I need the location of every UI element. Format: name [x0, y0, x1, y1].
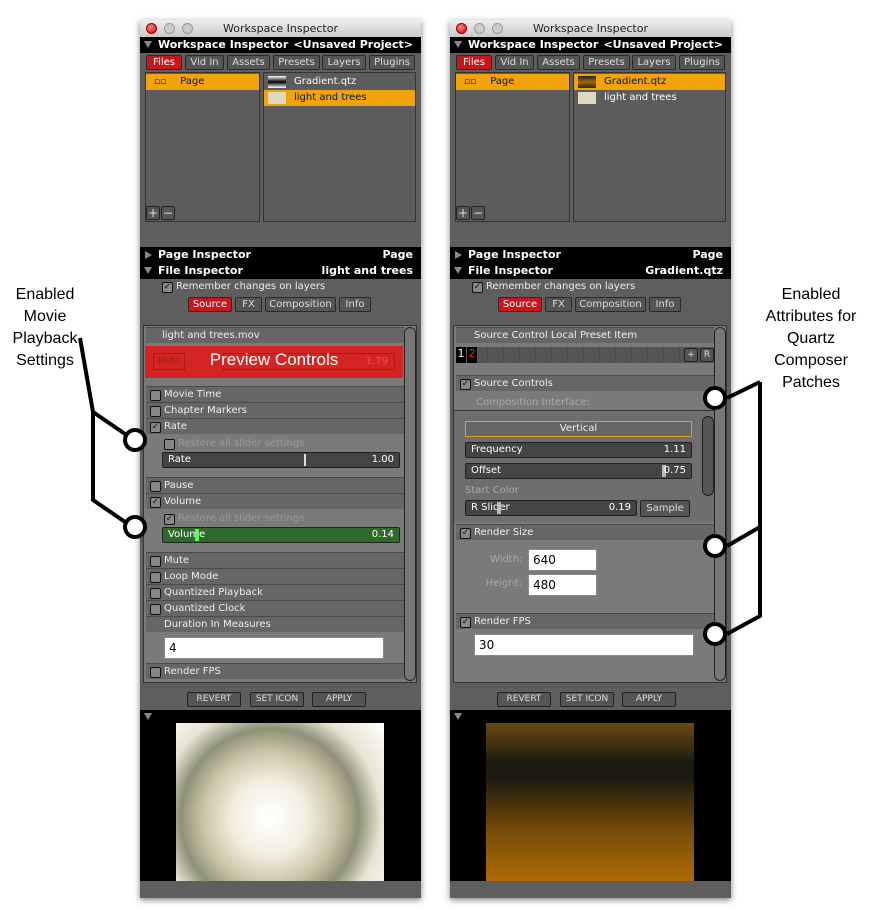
callout-line — [726, 382, 762, 548]
callout-marker — [703, 386, 727, 410]
callout-marker — [123, 428, 147, 452]
callout-marker — [703, 622, 727, 646]
callout-marker — [123, 515, 147, 539]
callout-line — [726, 380, 761, 400]
callout-marker — [703, 534, 727, 558]
callout-lines — [78, 337, 762, 646]
callout-line — [91, 412, 130, 526]
callout-line — [78, 337, 130, 438]
